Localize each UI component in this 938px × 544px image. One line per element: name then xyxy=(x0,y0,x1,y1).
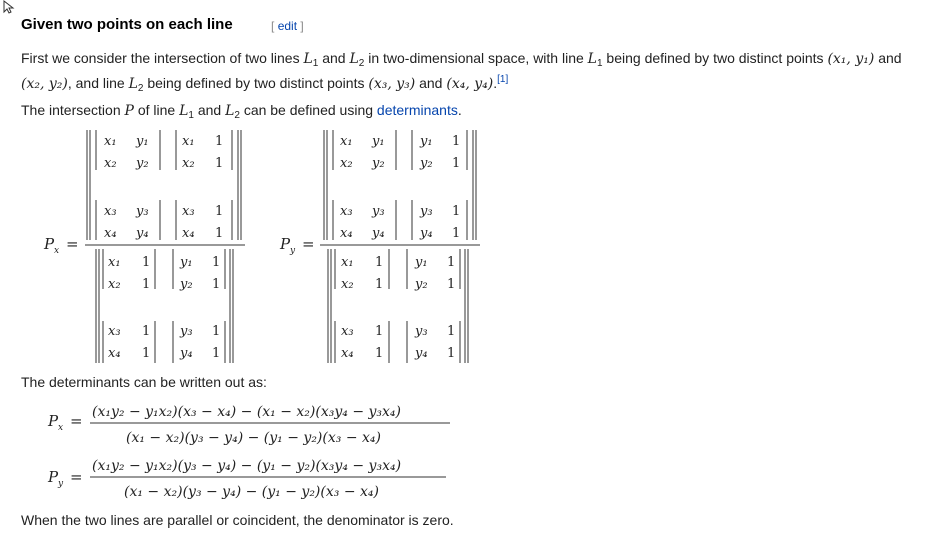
svg-text:x₂: x₂ xyxy=(340,156,353,171)
svg-text:y₁: y₁ xyxy=(419,134,433,149)
svg-text:1: 1 xyxy=(452,134,460,149)
edit-section: [ edit ] xyxy=(271,19,304,33)
edit-link[interactable]: edit xyxy=(278,19,297,33)
svg-text:x₁: x₁ xyxy=(104,134,117,149)
svg-text:(x₁y₂ − y₁x₂)(x₃ − x₄) − (x₁ −: (x₁y₂ − y₁x₂)(x₃ − x₄) − (x₁ − x₂)(x₃y₄ … xyxy=(92,404,401,420)
svg-text:1: 1 xyxy=(447,255,455,270)
svg-text:1: 1 xyxy=(447,324,455,339)
svg-text:1: 1 xyxy=(375,324,383,339)
svg-text:x₄: x₄ xyxy=(182,226,195,241)
svg-text:x₂: x₂ xyxy=(104,156,117,171)
reference-link[interactable]: [1] xyxy=(497,74,508,85)
svg-text:x₃: x₃ xyxy=(104,204,117,219)
determinants-link[interactable]: determinants xyxy=(377,102,458,118)
svg-text:1: 1 xyxy=(452,156,460,171)
svg-text:=: = xyxy=(302,235,315,253)
svg-text:1: 1 xyxy=(212,255,220,270)
svg-text:1: 1 xyxy=(375,277,383,292)
svg-text:y₃: y₃ xyxy=(419,204,433,219)
paragraph-intro-line2: (x₂, y₂), and line L2 being defined by t… xyxy=(21,74,509,94)
svg-text:y₂: y₂ xyxy=(419,156,433,171)
svg-text:y₂: y₂ xyxy=(371,156,385,171)
svg-text:=: = xyxy=(66,235,79,253)
svg-text:y₃: y₃ xyxy=(179,324,193,339)
svg-text:y₁: y₁ xyxy=(135,134,149,149)
paragraph-parallel-note: When the two lines are parallel or coinc… xyxy=(21,512,454,528)
mouse-cursor-icon xyxy=(3,0,15,14)
svg-text:y: y xyxy=(57,479,64,489)
paragraph-written-out: The determinants can be written out as: xyxy=(21,374,267,390)
svg-text:x₄: x₄ xyxy=(340,226,353,241)
svg-text:x₁: x₁ xyxy=(108,255,121,270)
svg-text:x₃: x₃ xyxy=(108,324,121,339)
svg-text:1: 1 xyxy=(452,204,460,219)
svg-text:y: y xyxy=(289,246,296,256)
svg-text:(x₁y₂ − y₁x₂)(y₃ − y₄) − (y₁ −: (x₁y₂ − y₁x₂)(y₃ − y₄) − (y₁ − y₂)(x₃y₄ … xyxy=(92,458,401,474)
svg-text:y₁: y₁ xyxy=(371,134,385,149)
svg-text:(x₁ − x₂)(y₃ − y₄) − (y₁ − y₂): (x₁ − x₂)(y₃ − y₄) − (y₁ − y₂)(x₃ − x₄) xyxy=(126,430,381,446)
svg-text:1: 1 xyxy=(142,255,150,270)
svg-text:y₄: y₄ xyxy=(414,346,428,361)
svg-text:y₄: y₄ xyxy=(419,226,433,241)
svg-text:y₂: y₂ xyxy=(179,277,193,292)
svg-text:y₁: y₁ xyxy=(414,255,428,270)
svg-text:=: = xyxy=(70,412,83,430)
svg-text:1: 1 xyxy=(375,346,383,361)
svg-text:y₄: y₄ xyxy=(135,226,149,241)
svg-text:1: 1 xyxy=(215,204,223,219)
svg-text:x₃: x₃ xyxy=(341,324,354,339)
svg-text:y₂: y₂ xyxy=(135,156,149,171)
svg-text:x₄: x₄ xyxy=(108,346,121,361)
svg-text:x₄: x₄ xyxy=(104,226,117,241)
svg-text:x₃: x₃ xyxy=(182,204,195,219)
svg-text:=: = xyxy=(70,468,83,486)
svg-text:x₃: x₃ xyxy=(340,204,353,219)
svg-text:1: 1 xyxy=(447,346,455,361)
svg-text:(x₁ − x₂)(y₃ − y₄) − (y₁ − y₂): (x₁ − x₂)(y₃ − y₄) − (y₁ − y₂)(x₃ − x₄) xyxy=(124,484,379,500)
svg-text:1: 1 xyxy=(215,134,223,149)
svg-text:y₄: y₄ xyxy=(179,346,193,361)
svg-text:x₂: x₂ xyxy=(108,277,121,292)
explicit-formulas: P x = (x₁y₂ − y₁x₂)(x₃ − x₄) − (x₁ − x₂)… xyxy=(47,404,450,500)
svg-text:1: 1 xyxy=(212,277,220,292)
svg-text:x₁: x₁ xyxy=(341,255,354,270)
section-heading: Given two points on each line xyxy=(21,16,233,33)
svg-text:y₄: y₄ xyxy=(371,226,385,241)
svg-text:y₃: y₃ xyxy=(414,324,428,339)
svg-text:y₃: y₃ xyxy=(135,204,149,219)
svg-text:x: x xyxy=(54,246,59,256)
svg-text:1: 1 xyxy=(142,324,150,339)
svg-text:1: 1 xyxy=(452,226,460,241)
svg-text:1: 1 xyxy=(142,346,150,361)
svg-text:x₂: x₂ xyxy=(182,156,195,171)
svg-text:y₁: y₁ xyxy=(179,255,193,270)
svg-text:y₂: y₂ xyxy=(414,277,428,292)
svg-text:x₁: x₁ xyxy=(340,134,353,149)
svg-text:x₂: x₂ xyxy=(341,277,354,292)
svg-text:1: 1 xyxy=(375,255,383,270)
svg-text:x: x xyxy=(58,423,63,433)
svg-text:1: 1 xyxy=(215,226,223,241)
svg-text:y₃: y₃ xyxy=(371,204,385,219)
paragraph-intersection: The intersection P of line L1 and L2 can… xyxy=(21,102,462,121)
svg-text:1: 1 xyxy=(215,156,223,171)
svg-text:x₄: x₄ xyxy=(341,346,354,361)
svg-text:x₁: x₁ xyxy=(182,134,195,149)
determinant-formulas: P x = x₁ y₁ x₂ y₂ x₁ 1 x₂ 1 x₃ y₃ x₄ y₄ x₃ 1 x₄… xyxy=(43,130,480,363)
svg-text:1: 1 xyxy=(447,277,455,292)
svg-text:1: 1 xyxy=(212,324,220,339)
svg-text:1: 1 xyxy=(142,277,150,292)
svg-text:1: 1 xyxy=(212,346,220,361)
